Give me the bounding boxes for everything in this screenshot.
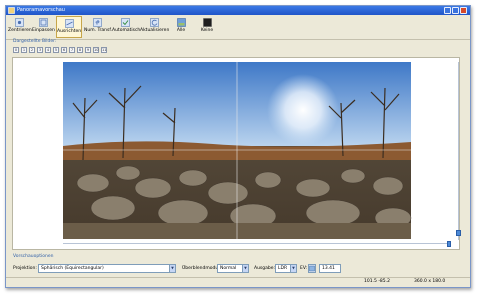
window-title: Panoramavorschau [17,7,65,13]
automatic-icon [120,18,130,27]
show-all-label: Alle [176,28,186,33]
image-toggle-button[interactable]: 5 [53,47,59,53]
chevron-down-icon: ▼ [169,265,175,272]
numeric-transform-button[interactable]: # Num. Transf. [84,16,113,38]
ev-input[interactable]: 13.41 [319,264,341,273]
toolbar: Zentrieren Einpassen Ausrichten # Num. T… [6,15,470,40]
image-toggle-button[interactable]: 7 [69,47,75,53]
straighten-button[interactable]: Ausrichten [56,16,82,38]
output-label: Ausgabe: [254,266,276,271]
chevron-down-icon: ▼ [290,265,296,272]
image-icon [309,265,315,272]
image-toggle-button[interactable]: 9 [85,47,91,53]
image-toggle-button[interactable]: 3 [37,47,43,53]
image-toggle-button[interactable]: 4 [45,47,51,53]
status-fov: 101.5 -85.2 [364,279,390,284]
panorama-preview-area[interactable] [12,57,460,250]
center-icon [14,18,24,27]
image-toggle-button[interactable]: 0 [13,47,19,53]
show-none-icon [202,18,212,27]
title-bar[interactable]: Panoramavorschau [6,6,470,15]
yaw-slider-thumb[interactable] [447,241,451,247]
image-toggle-button[interactable]: 2 [29,47,35,53]
status-size: 360.0 x 180.0 [414,279,446,284]
image-toggle-button[interactable]: 1 [21,47,27,53]
numeric-transform-label: Num. Transf. [84,28,113,33]
blend-mode-select[interactable]: Normal ▼ [217,264,249,273]
fit-icon [38,18,48,27]
minimize-button[interactable] [444,7,451,14]
preview-options-label: Vorschauoptionen [13,254,54,259]
automatic-button[interactable]: Automatisch [112,16,141,38]
show-none-button[interactable]: Keine [198,16,216,38]
straighten-icon [64,19,74,28]
close-button[interactable] [460,7,467,14]
refresh-button[interactable]: Aktualisieren [140,16,170,38]
center-button[interactable]: Zentrieren [8,16,32,38]
pitch-slider-track[interactable] [458,62,459,240]
numeric-transform-icon: # [92,18,102,27]
pitch-slider-thumb[interactable] [456,230,461,236]
projection-label: Projektion: [13,266,37,271]
automatic-label: Automatisch [112,28,141,33]
center-label: Zentrieren [8,28,32,33]
panorama-preview-window: Panoramavorschau Zentrieren Einpassen Au… [5,5,471,288]
fit-label: Einpassen [32,28,55,33]
status-bar: 101.5 -85.2 360.0 x 180.0 [6,277,470,287]
image-toggle-button[interactable]: 10 [93,47,99,53]
show-none-label: Keine [200,28,214,33]
yaw-slider-track[interactable] [63,243,450,244]
fit-button[interactable]: Einpassen [32,16,55,38]
projection-value: Sphärisch (Equirectangular) [41,266,104,271]
displayed-images-label: Dargestellte Bilder: [13,39,57,44]
image-toggle-button[interactable]: 8 [77,47,83,53]
ev-reset-button[interactable] [308,264,316,273]
maximize-button[interactable] [452,7,459,14]
show-all-icon [176,18,186,27]
refresh-icon [149,18,159,27]
output-value: LDR [278,266,288,271]
show-all-button[interactable]: Alle [172,16,190,38]
image-toggle-button[interactable]: 11 [101,47,107,53]
projection-select[interactable]: Sphärisch (Equirectangular) ▼ [38,264,176,273]
panorama-image[interactable] [13,58,459,249]
image-toggle-button[interactable]: 6 [61,47,67,53]
preview-options-bar: Projektion: Sphärisch (Equirectangular) … [12,264,466,276]
refresh-label: Aktualisieren [140,28,170,33]
straighten-label: Ausrichten [57,29,82,34]
svg-text:#: # [94,20,99,27]
blend-mode-value: Normal [220,266,237,271]
ev-label: EV: [300,266,308,271]
app-icon [8,7,15,14]
output-select[interactable]: LDR ▼ [275,264,297,273]
chevron-down-icon: ▼ [242,265,248,272]
